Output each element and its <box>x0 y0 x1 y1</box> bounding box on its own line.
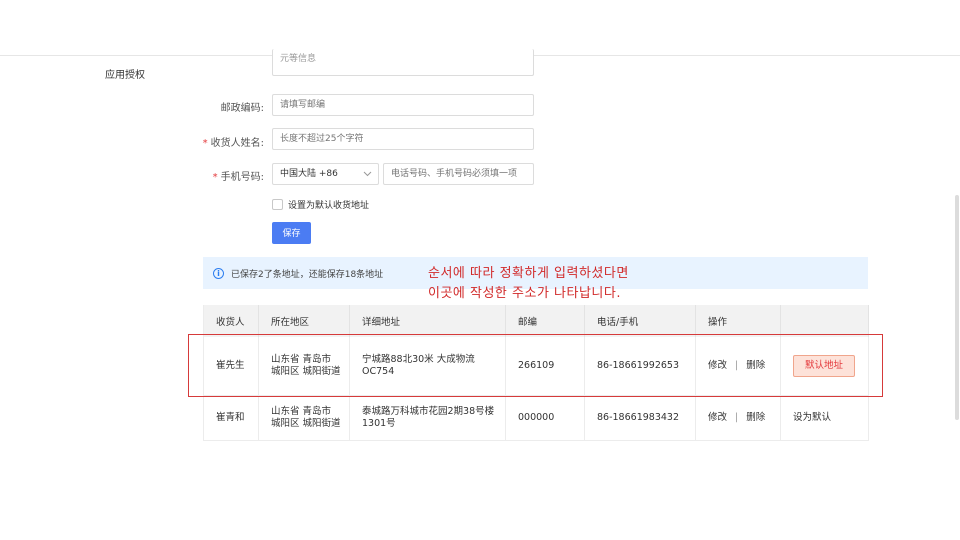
required-mark: * <box>212 172 218 183</box>
info-text: 已保存2了条地址，还能保存18条地址 <box>231 269 384 280</box>
set-default-link[interactable]: 设为默认 <box>793 412 831 423</box>
actions-cell: 修改 | 删除 <box>695 395 781 441</box>
receiver-cell: 崔青和 <box>203 395 259 441</box>
default-address-checkbox[interactable] <box>272 198 283 210</box>
table-row: 崔青和 山东省 青岛市 城阳区 城阳街道 泰城路万科城市花园2期38号楼1301… <box>203 395 869 441</box>
column-header: 收货人 <box>203 305 259 337</box>
receiver-name-input[interactable] <box>272 128 534 150</box>
phone-cell: 86-18661983432 <box>584 395 696 441</box>
address-cell: 泰城路万科城市花园2期38号楼1301号 <box>349 395 506 441</box>
phone-label: * 手机号码: <box>124 168 264 183</box>
default-address-checkbox-label: 设置为默认收货地址 <box>288 200 370 211</box>
column-header: 电话/手机 <box>584 305 696 337</box>
postcode-label: 邮政编码: <box>220 103 264 114</box>
receiver-name-label-text: 收货人姓名: <box>210 138 264 149</box>
sidebar-item-app-authorization[interactable]: 应用授权 <box>105 66 145 81</box>
status-cell: 设为默认 <box>780 395 869 441</box>
detail-address-textarea[interactable]: 元等信息 <box>272 49 534 76</box>
column-header: 邮编 <box>505 305 585 337</box>
phone-label-text: 手机号码: <box>220 172 264 183</box>
chevron-down-icon <box>363 164 372 192</box>
table-header-row: 收货人 所在地区 详细地址 邮编 电话/手机 操作 <box>203 305 869 337</box>
postcode-input[interactable] <box>272 94 534 116</box>
phone-input[interactable] <box>383 163 534 185</box>
delete-link[interactable]: 删除 <box>746 412 765 423</box>
required-mark: * <box>202 138 208 149</box>
annotation-highlight-box <box>188 334 883 397</box>
postcode-cell: 000000 <box>505 395 585 441</box>
tutorial-annotation: 순서에 따라 정확하게 입력하셨다면 이곳에 작성한 주소가 나타납니다. <box>428 264 629 304</box>
receiver-name-label: * 收货人姓名: <box>124 134 264 149</box>
column-header: 详细地址 <box>349 305 506 337</box>
region-cell: 山东省 青岛市 城阳区 城阳街道 <box>258 395 350 441</box>
country-code-select[interactable]: 中国大陆 +86 <box>272 163 379 185</box>
separator: | <box>735 412 739 423</box>
page-scrollbar[interactable] <box>955 195 959 420</box>
column-header <box>780 305 869 337</box>
edit-link[interactable]: 修改 <box>708 412 727 423</box>
default-address-checkbox-row[interactable]: 设置为默认收货地址 <box>272 197 369 211</box>
annotation-line-2: 이곳에 작성한 주소가 나타납니다. <box>428 286 621 301</box>
info-icon: i <box>213 267 224 279</box>
column-header: 操作 <box>695 305 781 337</box>
column-header: 所在地区 <box>258 305 350 337</box>
annotation-line-1: 순서에 따라 정확하게 입력하셨다면 <box>428 266 629 281</box>
save-button[interactable]: 保存 <box>272 222 311 244</box>
country-code-value: 中国大陆 +86 <box>280 169 338 179</box>
